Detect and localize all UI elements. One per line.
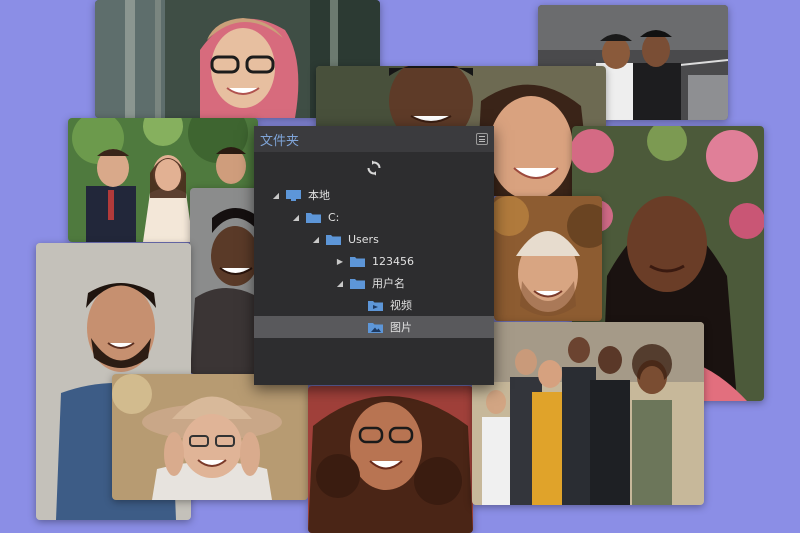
panel-header: 文件夹 [254, 126, 494, 152]
folder-icon [350, 278, 365, 289]
folder-icon [306, 212, 321, 223]
tree-item-label: 用户名 [372, 277, 405, 290]
tree-item-label: Users [348, 232, 379, 246]
photo-young-man-laughing [190, 188, 260, 374]
tree-item-label: 123456 [372, 254, 414, 268]
refresh-bar [254, 152, 494, 184]
photo-group-of-friends [472, 322, 704, 505]
image-folder-icon [368, 322, 383, 333]
photo-man-beanie [494, 196, 602, 321]
tree-item-label: C: [328, 210, 340, 224]
expand-arrow-icon[interactable]: ◢ [271, 191, 281, 200]
expand-arrow-icon[interactable]: ◢ [311, 235, 321, 244]
tree-item-local[interactable]: ◢ 本地 [254, 184, 494, 206]
tree-item-c-drive[interactable]: ◢ C: [254, 206, 494, 228]
tree-item-label: 视频 [390, 299, 412, 312]
folder-icon [326, 234, 341, 245]
panel-title: 文件夹 [260, 133, 300, 149]
tree-item-pictures[interactable]: 图片 [254, 316, 494, 338]
folder-panel: 文件夹 ◢ 本地 ◢ C: ◢ Users ▶ 123456 ◢ 用户名 视频 … [254, 126, 494, 385]
tree-item-username[interactable]: ◢ 用户名 [254, 272, 494, 294]
tree-item-videos[interactable]: 视频 [254, 294, 494, 316]
folder-icon [350, 256, 365, 267]
expand-arrow-icon[interactable]: ◢ [335, 279, 345, 288]
monitor-icon [286, 189, 301, 201]
collapse-arrow-icon[interactable]: ▶ [335, 257, 345, 266]
menu-icon[interactable] [476, 133, 488, 145]
expand-arrow-icon[interactable]: ◢ [291, 213, 301, 222]
video-folder-icon [368, 300, 383, 311]
folder-tree: ◢ 本地 ◢ C: ◢ Users ▶ 123456 ◢ 用户名 视频 图片 [254, 184, 494, 338]
photo-older-woman-hat [112, 374, 308, 500]
tree-item-label: 图片 [390, 321, 412, 334]
refresh-icon[interactable] [366, 160, 382, 176]
tree-item-users[interactable]: ◢ Users [254, 228, 494, 250]
tree-item-label: 本地 [308, 189, 330, 202]
photo-woman-curly-hair-glasses [308, 386, 473, 533]
tree-item-123456[interactable]: ▶ 123456 [254, 250, 494, 272]
